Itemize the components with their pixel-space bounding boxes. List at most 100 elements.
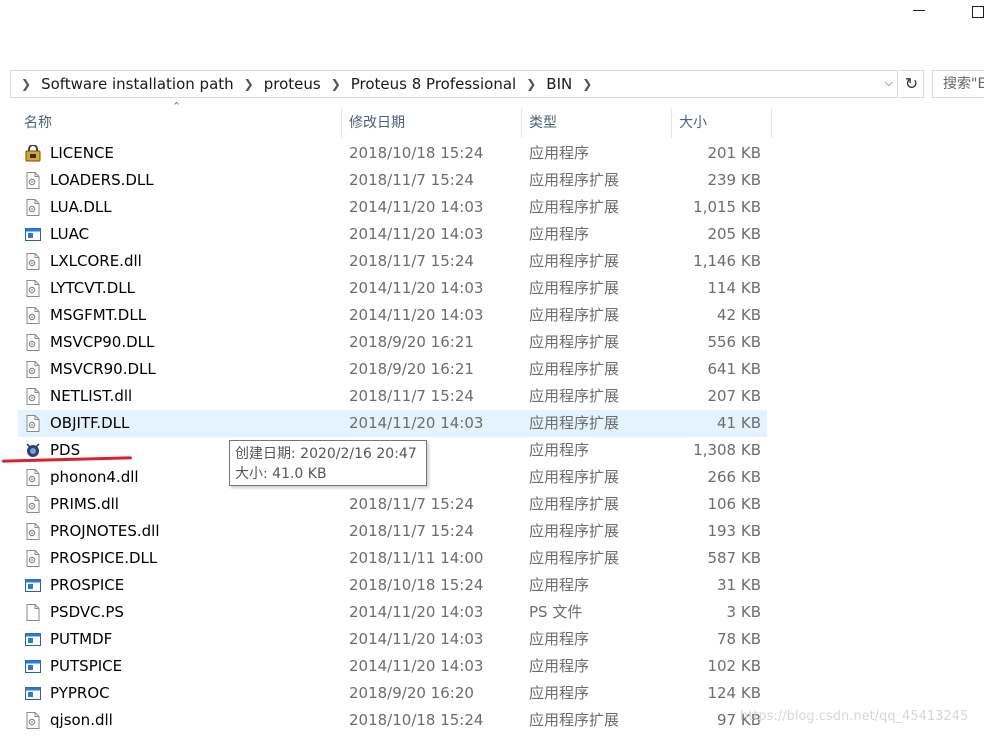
- column-header-size[interactable]: 大小: [675, 108, 770, 138]
- file-name: PUTSPICE: [50, 657, 123, 675]
- file-modified-date: 2018/9/20 16:21: [349, 333, 474, 351]
- breadcrumb-item[interactable]: BIN: [546, 75, 572, 93]
- file-type: 应用程序扩展: [529, 360, 620, 378]
- file-name: qjson.dll: [50, 711, 113, 729]
- dll-icon: [25, 415, 41, 432]
- minimize-button[interactable]: [913, 10, 925, 11]
- file-name: LUA.DLL: [50, 198, 112, 216]
- file-row[interactable]: LUAC 2014/11/20 14:03 应用程序 205 KB: [18, 221, 767, 248]
- file-type: 应用程序: [529, 684, 590, 702]
- tooltip-created-date: 创建日期: 2020/2/16 20:47: [235, 446, 417, 462]
- file-modified-date: 2018/9/20 16:20: [349, 684, 474, 702]
- breadcrumb-item[interactable]: Software installation path: [41, 75, 234, 93]
- dll-icon: [25, 388, 41, 405]
- file-modified-date: 2018/9/20 16:21: [349, 360, 474, 378]
- file-modified-date: 2014/11/20 14:03: [349, 306, 484, 324]
- file-type: PS 文件: [529, 603, 583, 621]
- chevron-right-icon[interactable]: ❯: [21, 77, 31, 91]
- file-row[interactable]: LYTCVT.DLL 2014/11/20 14:03 应用程序扩展 114 KB: [18, 275, 767, 302]
- file-row[interactable]: LOADERS.DLL 2018/11/7 15:24 应用程序扩展 239 KB: [18, 167, 767, 194]
- dll-icon: [25, 172, 41, 189]
- file-row[interactable]: PUTSPICE 2014/11/20 14:03 应用程序 102 KB: [18, 653, 767, 680]
- file-modified-date: 2014/11/20 14:03: [349, 414, 484, 432]
- column-divider[interactable]: [521, 108, 522, 138]
- file-name: phonon4.dll: [50, 468, 139, 486]
- column-header-date[interactable]: 修改日期: [345, 108, 520, 138]
- file-modified-date: 2014/11/20 14:03: [349, 279, 484, 297]
- file-modified-date: 2014/11/20 14:03: [349, 603, 484, 621]
- column-header-row: 名称 修改日期 类型 大小: [0, 108, 984, 138]
- file-size: 102 KB: [707, 657, 761, 675]
- file-tooltip: 创建日期: 2020/2/16 20:47 大小: 41.0 KB: [229, 440, 427, 486]
- column-header-name[interactable]: 名称: [20, 108, 340, 138]
- file-row[interactable]: LUA.DLL 2014/11/20 14:03 应用程序扩展 1,015 KB: [18, 194, 767, 221]
- file-name: NETLIST.dll: [50, 387, 133, 405]
- file-size: 124 KB: [707, 684, 761, 702]
- file-name: PUTMDF: [50, 630, 113, 648]
- file-row[interactable]: OBJITF.DLL 2014/11/20 14:03 应用程序扩展 41 KB: [18, 410, 767, 437]
- dll-icon: [25, 523, 41, 540]
- file-row[interactable]: PYPROC 2018/9/20 16:20 应用程序 124 KB: [18, 680, 767, 707]
- exe-icon: [25, 226, 41, 243]
- file-row[interactable]: MSVCP90.DLL 2018/9/20 16:21 应用程序扩展 556 KB: [18, 329, 767, 356]
- file-size: 42 KB: [717, 306, 761, 324]
- file-size: 106 KB: [707, 495, 761, 513]
- file-size: 239 KB: [707, 171, 761, 189]
- dll-icon: [25, 307, 41, 324]
- file-row[interactable]: MSVCR90.DLL 2018/9/20 16:21 应用程序扩展 641 KB: [18, 356, 767, 383]
- file-type: 应用程序扩展: [529, 387, 620, 405]
- chevron-right-icon[interactable]: ❯: [244, 77, 254, 91]
- column-header-type[interactable]: 类型: [525, 108, 670, 138]
- file-row[interactable]: LXLCORE.dll 2018/11/7 15:24 应用程序扩展 1,146 KB: [18, 248, 767, 275]
- maximize-button[interactable]: [972, 6, 984, 18]
- column-divider[interactable]: [341, 108, 342, 138]
- file-row[interactable]: PROJNOTES.dll 2018/11/7 15:24 应用程序扩展 193 KB: [18, 518, 767, 545]
- chevron-right-icon[interactable]: ❯: [582, 77, 592, 91]
- file-row[interactable]: LICENCE 2018/10/18 15:24 应用程序 201 KB: [18, 140, 767, 167]
- file-size: 587 KB: [707, 549, 761, 567]
- file-type: 应用程序: [529, 630, 590, 648]
- file-row[interactable]: PUTMDF 2014/11/20 14:03 应用程序 78 KB: [18, 626, 767, 653]
- column-divider[interactable]: [671, 108, 672, 138]
- file-type: 应用程序扩展: [529, 306, 620, 324]
- file-row[interactable]: PSDVC.PS 2014/11/20 14:03 PS 文件 3 KB: [18, 599, 767, 626]
- file-modified-date: 2014/11/20 14:03: [349, 198, 484, 216]
- file-name: LOADERS.DLL: [50, 171, 154, 189]
- file-size: 193 KB: [707, 522, 761, 540]
- search-placeholder: 搜索"E: [943, 76, 984, 92]
- chevron-down-icon[interactable]: ⌵: [885, 76, 893, 90]
- file-type: 应用程序扩展: [529, 711, 620, 729]
- proteus-app-icon: [25, 442, 41, 459]
- file-type: 应用程序扩展: [529, 468, 620, 486]
- file-size: 78 KB: [717, 630, 761, 648]
- refresh-button[interactable]: ↻: [900, 70, 924, 98]
- address-bar[interactable]: ❯ Software installation path ❯ proteus ❯…: [10, 70, 898, 98]
- chevron-right-icon[interactable]: ❯: [526, 77, 536, 91]
- file-size: 207 KB: [707, 387, 761, 405]
- file-modified-date: 2018/11/7 15:24: [349, 522, 474, 540]
- file-size: 1,146 KB: [693, 252, 761, 270]
- file-size: 201 KB: [707, 144, 761, 162]
- dll-icon: [25, 280, 41, 297]
- file-name: PYPROC: [50, 684, 110, 702]
- file-modified-date: 2018/11/7 15:24: [349, 252, 474, 270]
- exe-icon: [25, 631, 41, 648]
- file-row[interactable]: MSGFMT.DLL 2014/11/20 14:03 应用程序扩展 42 KB: [18, 302, 767, 329]
- file-row[interactable]: PROSPICE.DLL 2018/11/11 14:00 应用程序扩展 587 KB: [18, 545, 767, 572]
- breadcrumb-item[interactable]: Proteus 8 Professional: [351, 75, 516, 93]
- breadcrumb-item[interactable]: proteus: [264, 75, 321, 93]
- file-size: 205 KB: [707, 225, 761, 243]
- column-divider[interactable]: [771, 108, 772, 138]
- file-type: 应用程序扩展: [529, 414, 620, 432]
- search-input[interactable]: 搜索"E: [932, 70, 984, 98]
- file-row[interactable]: PRIMS.dll 2018/11/7 15:24 应用程序扩展 106 KB: [18, 491, 767, 518]
- chevron-right-icon[interactable]: ❯: [331, 77, 341, 91]
- file-row[interactable]: qjson.dll 2018/10/18 15:24 应用程序扩展 97 KB: [18, 707, 767, 734]
- file-name: PROSPICE: [50, 576, 125, 594]
- dll-icon: [25, 469, 41, 486]
- file-name: MSGFMT.DLL: [50, 306, 147, 324]
- file-row[interactable]: NETLIST.dll 2018/11/7 15:24 应用程序扩展 207 KB: [18, 383, 767, 410]
- file-modified-date: 2018/10/18 15:24: [349, 144, 484, 162]
- file-row[interactable]: PROSPICE 2018/10/18 15:24 应用程序 31 KB: [18, 572, 767, 599]
- dll-icon: [25, 550, 41, 567]
